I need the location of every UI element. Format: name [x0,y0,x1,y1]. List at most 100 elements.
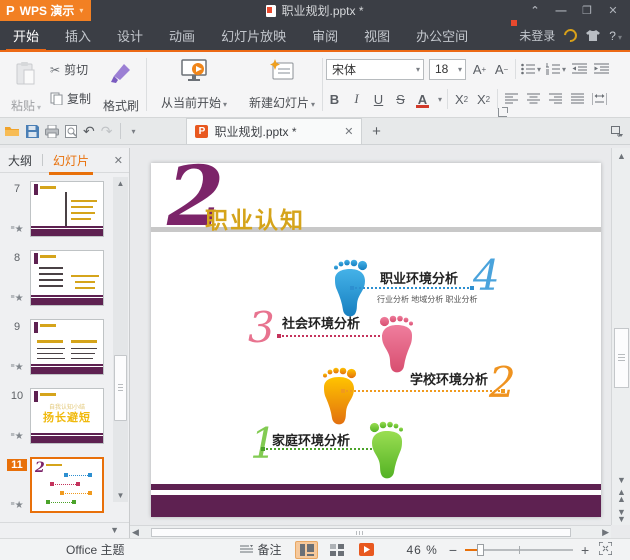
align-right-button[interactable] [547,89,564,109]
scroll-down-icon[interactable]: ▼ [612,475,630,485]
font-size-select[interactable]: 18 ▾ [429,58,466,80]
underline-button[interactable]: U [370,89,387,109]
scroll-up-icon[interactable]: ▲ [612,151,630,161]
skin-icon[interactable] [586,29,601,42]
slide-thumbnail-7[interactable]: 7 ★ [4,181,129,237]
connector-line [350,286,474,290]
vertical-scrollbar[interactable]: ▲ ▼ ▲ ▲ ▼ ▼ [611,148,630,525]
app-menu-button[interactable]: P WPS 演示 ▾ [0,0,92,21]
slide-thumbnail-10[interactable]: 10 ★ 自我认知小结 扬长避短 [4,388,129,444]
redo-button[interactable]: ↷ [101,123,113,140]
tab-insert[interactable]: 插入 [52,21,104,50]
superscript-button[interactable]: X2 [453,89,470,109]
maximize-icon[interactable]: ❐ [576,4,598,17]
tab-workspace[interactable]: 办公空间 [403,21,481,50]
slide-sorter-icon [329,543,344,556]
close-panel-icon[interactable]: ✕ [114,154,123,167]
customize-toolbar-dropdown[interactable]: ▾ [131,127,135,136]
slideshow-button[interactable] [355,541,378,559]
collapse-ribbon-icon[interactable]: ⌃ [524,4,546,17]
decrease-font-button[interactable]: A − [493,59,510,79]
scrollbar-thumb[interactable] [150,527,571,537]
ribbon-tab-bar: 开始 插入 设计 动画 幻灯片放映 审阅 视图 办公空间 未登录 ? ▾ [0,20,630,52]
strikethrough-button[interactable]: S [392,89,409,109]
format-painter-button[interactable]: 格式刷 [98,58,144,117]
increase-font-button[interactable]: A + [471,59,488,79]
scissors-icon: ✂ [50,62,61,77]
bullet-list-button[interactable]: ▾ [521,59,541,79]
new-slide-button[interactable]: 新建幻灯片 ▾ [240,55,324,114]
help-button[interactable]: ? ▾ [609,29,622,43]
align-left-button[interactable] [503,89,520,109]
subscript-button[interactable]: X2 [475,89,492,109]
play-from-current-button[interactable]: 从当前开始 ▾ [152,55,236,114]
horizontal-scrollbar[interactable]: ◀ ▶ [130,525,611,538]
document-tab[interactable]: P 职业规划.pptx * ✕ [186,118,363,144]
font-name-select[interactable]: 宋体 ▾ [326,58,424,80]
tab-animation[interactable]: 动画 [156,21,208,50]
expand-down-icon[interactable]: ▼ [110,525,119,535]
tab-slideshow[interactable]: 幻灯片放映 [208,21,299,50]
zoom-slider-handle[interactable] [477,543,485,556]
slide-sorter-button[interactable] [325,541,348,559]
italic-button[interactable]: I [348,89,365,109]
quick-access-toolbar: ↶ ↷ ▾ [0,118,140,144]
save-button[interactable] [26,124,39,138]
tab-outline[interactable]: 大纲 [6,149,34,172]
print-button[interactable] [45,124,59,138]
slide-thumbnail-8[interactable]: 8 ★ [4,250,129,306]
previous-slide-icon[interactable]: ▲ ▲ [612,488,630,504]
normal-view-button[interactable] [295,540,319,559]
notification-badge [511,20,518,26]
font-dialog-launcher[interactable] [498,107,508,117]
distribute-text-button[interactable] [591,89,608,109]
wps-logo-icon: P [6,3,15,18]
scroll-down-icon[interactable]: ▼ [113,491,128,500]
scroll-up-icon[interactable]: ▲ [113,179,128,188]
notes-button[interactable]: 备注 [240,541,281,558]
fit-to-window-button[interactable] [598,540,613,558]
tab-review[interactable]: 审阅 [299,21,351,50]
zoom-in-button[interactable]: + [581,542,589,558]
zoom-slider[interactable] [465,543,574,557]
decrease-indent-button[interactable] [571,59,588,79]
slide-title: 职业认知 [205,207,305,233]
increase-indent-button[interactable] [593,59,610,79]
minimize-icon[interactable]: — [550,5,572,17]
bold-button[interactable]: B [326,89,343,109]
login-button[interactable]: 未登录 [511,20,555,44]
sidebar-scrollbar[interactable]: ▲ ▼ [113,177,128,502]
paste-button[interactable]: 粘贴 ▾ [4,58,48,117]
tab-design[interactable]: 设计 [104,21,156,50]
tab-slides[interactable]: 幻灯片 [49,149,94,175]
theme-label[interactable]: Office 主题 [66,541,124,558]
zoom-out-button[interactable]: − [449,542,457,558]
current-slide[interactable]: 2 职业认知 职业环境分析 行业分析 地域分析 职业分析 4 3 社会环境分析 [151,163,601,517]
tab-list-button[interactable] [611,118,630,144]
docer-icon[interactable] [561,26,580,45]
justify-button[interactable] [569,89,586,109]
close-tab-icon[interactable]: ✕ [344,125,353,138]
scroll-right-icon[interactable]: ▶ [602,527,609,538]
scrollbar-thumb[interactable] [114,355,127,421]
slide-thumbnail-11[interactable]: 11 ★ 2 [4,457,129,513]
slide-thumbnail-9[interactable]: 9 ★ [4,319,129,375]
close-icon[interactable]: ✕ [602,4,624,17]
next-slide-icon[interactable]: ▼ ▼ [612,508,630,524]
new-tab-button[interactable]: + [362,118,390,144]
preview-icon [65,124,77,138]
scroll-left-icon[interactable]: ◀ [132,527,139,538]
print-preview-button[interactable] [65,124,77,138]
align-center-button[interactable] [525,89,542,109]
font-color-dropdown[interactable]: ▾ [438,95,442,104]
scrollbar-thumb[interactable] [614,328,629,388]
tab-home[interactable]: 开始 [0,21,52,52]
undo-button[interactable]: ↶ [83,123,95,140]
copy-button[interactable]: 复制 [50,90,91,107]
numbered-list-button[interactable]: ▾ [546,59,566,79]
open-button[interactable] [5,125,20,137]
tab-view[interactable]: 视图 [351,21,403,50]
font-color-button[interactable]: A [414,89,431,109]
cut-button[interactable]: ✂ 剪切 [50,61,91,78]
item-label: 家庭环境分析 [272,433,351,448]
